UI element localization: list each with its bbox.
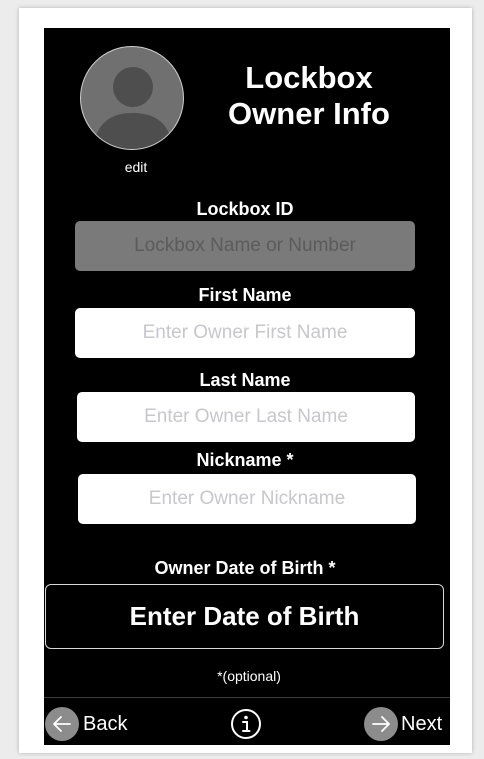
last-name-label: Last Name bbox=[199, 370, 291, 390]
dob-button[interactable]: Enter Date of Birth bbox=[45, 584, 444, 649]
lockbox-id-placeholder: Lockbox Name or Number bbox=[134, 235, 356, 256]
device-frame: edit Lockbox Owner Info Lockbox ID Lockb… bbox=[19, 8, 472, 753]
info-circle-icon[interactable] bbox=[230, 708, 262, 740]
optional-note: *(optional) bbox=[217, 668, 281, 684]
nickname-label: Nickname * bbox=[196, 450, 294, 470]
nickname-placeholder: Enter Owner Nickname bbox=[148, 488, 346, 509]
page-title-line2: Owner Info bbox=[228, 96, 390, 131]
first-name-placeholder: Enter Owner First Name bbox=[142, 322, 348, 343]
nickname-field[interactable]: Enter Owner Nickname bbox=[78, 474, 416, 524]
next-button[interactable]: Next bbox=[364, 706, 442, 742]
back-label: Back bbox=[83, 712, 128, 735]
owner-avatar[interactable] bbox=[80, 46, 184, 150]
page-title-line1: Lockbox bbox=[245, 60, 373, 95]
left-arrow-circle-icon bbox=[45, 707, 79, 741]
lockbox-id-field: Lockbox Name or Number bbox=[75, 221, 415, 271]
edit-avatar-link[interactable]: edit bbox=[116, 159, 156, 175]
app-screen: edit Lockbox Owner Info Lockbox ID Lockb… bbox=[44, 28, 450, 745]
last-name-field[interactable]: Enter Owner Last Name bbox=[77, 392, 415, 442]
bottom-nav: Back Next bbox=[44, 697, 450, 745]
person-silhouette-icon bbox=[93, 67, 173, 149]
next-label: Next bbox=[401, 712, 443, 735]
right-arrow-circle-icon bbox=[364, 707, 398, 741]
first-name-label: First Name bbox=[198, 285, 292, 305]
first-name-field[interactable]: Enter Owner First Name bbox=[75, 308, 415, 358]
back-button[interactable]: Back bbox=[45, 706, 127, 742]
dob-label: Owner Date of Birth * bbox=[154, 558, 336, 578]
lockbox-id-label: Lockbox ID bbox=[196, 199, 294, 219]
last-name-placeholder: Enter Owner Last Name bbox=[144, 406, 348, 427]
page-title: Lockbox Owner Info bbox=[204, 60, 414, 132]
